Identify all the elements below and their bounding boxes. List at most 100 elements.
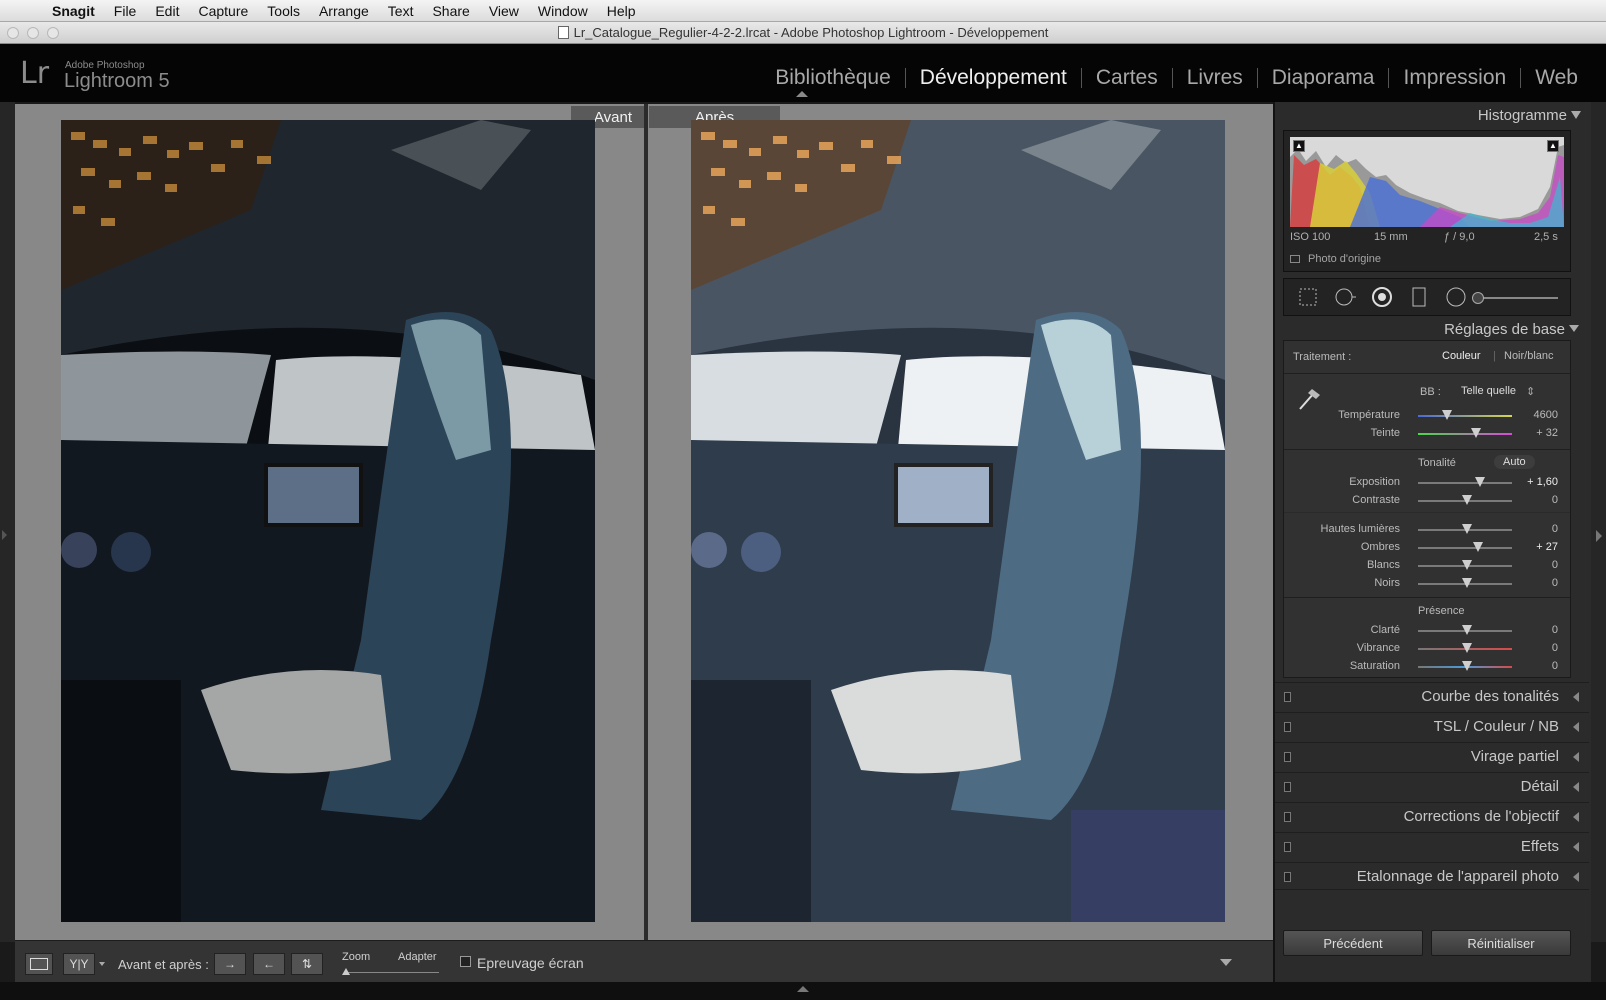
brush-tool-slider[interactable] <box>1474 297 1558 299</box>
slider-shadows[interactable]: Ombres + 27 <box>1284 539 1570 557</box>
module-develop[interactable]: Développement <box>906 66 1081 90</box>
loupe-view-icon <box>30 958 48 970</box>
slider-blacks[interactable]: Noirs 0 <box>1284 575 1570 593</box>
reset-button[interactable]: Réinitialiser <box>1431 930 1571 956</box>
menu-window[interactable]: Window <box>538 3 588 19</box>
panel-switch-icon[interactable] <box>1284 692 1291 702</box>
auto-tone-button[interactable]: Auto <box>1494 455 1535 469</box>
expand-triangle-icon[interactable] <box>1573 812 1579 822</box>
slider-clarity[interactable]: Clarté 0 <box>1284 622 1570 640</box>
menu-help[interactable]: Help <box>607 3 636 19</box>
close-window-button[interactable] <box>7 27 19 39</box>
menu-arrange[interactable]: Arrange <box>319 3 369 19</box>
shadow-clip-icon[interactable]: ▲ <box>1293 140 1305 152</box>
split-toning-panel-header[interactable]: Virage partiel <box>1275 742 1589 770</box>
menu-app-name[interactable]: Snagit <box>52 3 95 19</box>
histogram-panel-header[interactable]: Histogramme <box>1275 102 1591 128</box>
module-map[interactable]: Cartes <box>1082 66 1172 90</box>
menu-file[interactable]: File <box>114 3 137 19</box>
brush-tool-knob[interactable] <box>1472 292 1484 304</box>
menu-share[interactable]: Share <box>432 3 469 19</box>
tone-curve-panel-header[interactable]: Courbe des tonalités <box>1275 682 1589 710</box>
menu-text[interactable]: Text <box>388 3 414 19</box>
zoom-slider-knob[interactable] <box>342 968 350 975</box>
slider-saturation[interactable]: Saturation 0 <box>1284 658 1570 676</box>
loupe-view-button[interactable] <box>25 953 53 975</box>
histogram-title: Histogramme <box>1477 106 1567 124</box>
module-print[interactable]: Impression <box>1389 66 1520 90</box>
copy-before-to-after-button[interactable]: → <box>214 953 246 975</box>
toolbar-options-dropdown-icon[interactable] <box>1220 959 1232 966</box>
detail-panel-header[interactable]: Détail <box>1275 772 1589 800</box>
effects-panel-header[interactable]: Effets <box>1275 832 1589 860</box>
previous-button[interactable]: Précédent <box>1283 930 1423 956</box>
photo-after[interactable] <box>691 120 1225 922</box>
panel-switch-icon[interactable] <box>1284 812 1291 822</box>
zoom-slider-track[interactable] <box>345 972 439 973</box>
menu-capture[interactable]: Capture <box>198 3 248 19</box>
tool-strip <box>1283 278 1571 316</box>
expand-triangle-icon[interactable] <box>1573 872 1579 882</box>
graduated-filter-tool-icon[interactable] <box>1407 285 1431 309</box>
radial-filter-tool-icon[interactable] <box>1444 285 1468 309</box>
collapse-triangle-icon[interactable] <box>1569 325 1579 332</box>
zoom-window-button[interactable] <box>47 27 59 39</box>
fit-label: Adapter <box>398 951 437 963</box>
original-photo-toggle[interactable]: Photo d'origine <box>1290 253 1381 265</box>
expand-triangle-icon[interactable] <box>1573 752 1579 762</box>
hsl-panel-header[interactable]: TSL / Couleur / NB <box>1275 712 1589 740</box>
left-panel-edge[interactable] <box>0 102 15 942</box>
lightroom-header: Lr Adobe Photoshop Lightroom 5 Bibliothè… <box>0 44 1606 102</box>
slider-tint[interactable]: Teinte + 32 <box>1284 425 1570 443</box>
treatment-bw-option[interactable]: Noir/blanc <box>1504 350 1554 362</box>
highlight-clip-icon[interactable]: ▲ <box>1547 140 1559 152</box>
expand-triangle-icon[interactable] <box>1573 692 1579 702</box>
slider-temperature[interactable]: Température 4600 <box>1284 407 1570 425</box>
module-library[interactable]: Bibliothèque <box>761 66 905 90</box>
spot-removal-tool-icon[interactable] <box>1333 285 1357 309</box>
red-eye-tool-icon[interactable] <box>1370 285 1394 309</box>
panel-switch-icon[interactable] <box>1284 752 1291 762</box>
original-photo-checkbox[interactable] <box>1290 255 1300 263</box>
collapse-right-panel-icon[interactable] <box>1596 530 1602 542</box>
copy-after-to-before-button[interactable]: ← <box>253 953 285 975</box>
slider-contrast[interactable]: Contraste 0 <box>1284 492 1570 510</box>
view-mode-dropdown-icon[interactable] <box>99 962 105 966</box>
menu-view[interactable]: View <box>489 3 519 19</box>
slider-exposure[interactable]: Exposition + 1,60 <box>1284 474 1570 492</box>
right-panel-edge[interactable] <box>1591 102 1606 942</box>
collapse-triangle-icon[interactable] <box>1571 111 1581 119</box>
photo-before[interactable] <box>61 120 595 922</box>
module-slideshow[interactable]: Diaporama <box>1258 66 1389 90</box>
lens-corrections-panel-header[interactable]: Corrections de l'objectif <box>1275 802 1589 830</box>
histogram-graph[interactable]: ▲ ▲ <box>1290 137 1564 227</box>
panel-switch-icon[interactable] <box>1284 722 1291 732</box>
wb-select[interactable]: Telle quelle <box>1461 385 1516 397</box>
crop-tool-icon[interactable] <box>1296 285 1320 309</box>
expand-triangle-icon[interactable] <box>1573 782 1579 792</box>
module-web[interactable]: Web <box>1521 66 1592 90</box>
menu-tools[interactable]: Tools <box>267 3 300 19</box>
menu-edit[interactable]: Edit <box>155 3 179 19</box>
expand-filmstrip-icon[interactable] <box>797 986 809 992</box>
expand-triangle-icon[interactable] <box>1573 842 1579 852</box>
slider-whites[interactable]: Blancs 0 <box>1284 557 1570 575</box>
collapse-top-panel-icon[interactable] <box>796 91 808 97</box>
minimize-window-button[interactable] <box>27 27 39 39</box>
before-after-view-button[interactable]: Y|Y <box>63 953 95 975</box>
camera-calibration-panel-header[interactable]: Etalonnage de l'appareil photo <box>1275 862 1589 890</box>
panel-switch-icon[interactable] <box>1284 782 1291 792</box>
section-divider <box>1284 449 1570 450</box>
slider-highlights[interactable]: Hautes lumières 0 <box>1284 521 1570 539</box>
swap-before-after-button[interactable]: ⇅ <box>291 953 323 975</box>
basic-panel-header[interactable]: Réglages de base <box>1275 316 1589 342</box>
panel-switch-icon[interactable] <box>1284 872 1291 882</box>
expand-triangle-icon[interactable] <box>1573 722 1579 732</box>
softproof-checkbox[interactable] <box>460 956 471 967</box>
panel-switch-icon[interactable] <box>1284 842 1291 852</box>
module-book[interactable]: Livres <box>1173 66 1257 90</box>
treatment-color-option[interactable]: Couleur <box>1442 350 1481 362</box>
slider-vibrance[interactable]: Vibrance 0 <box>1284 640 1570 658</box>
wb-select-chevron-icon[interactable]: ⇕ <box>1526 385 1535 398</box>
expand-left-panel-icon[interactable] <box>2 530 7 540</box>
